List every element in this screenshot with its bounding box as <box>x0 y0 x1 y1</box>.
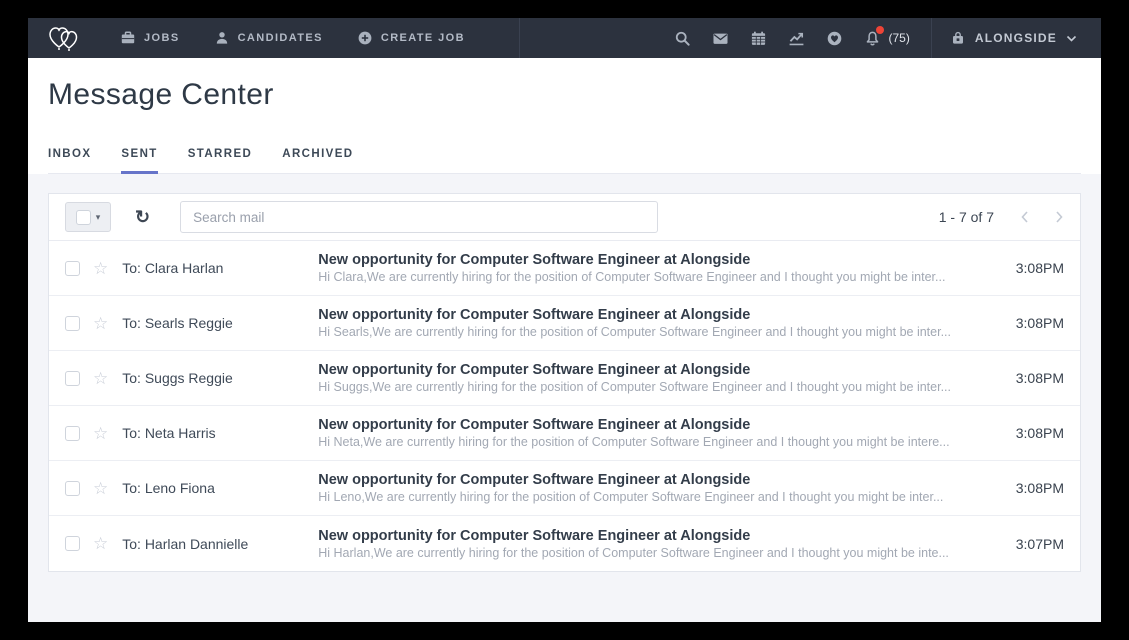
tab-sent[interactable]: SENT <box>121 148 157 174</box>
page-body: ▾ ↻ 1 - 7 of 7 ☆ To: Clara Harlan <box>28 174 1101 622</box>
row-checkbox[interactable] <box>65 261 80 276</box>
app-window: JOBS CANDIDATES <box>28 18 1101 622</box>
pagination-range: 1 - 7 of 7 <box>939 209 994 225</box>
message-recipient: To: Leno Fiona <box>122 480 318 496</box>
message-recipient: To: Neta Harris <box>122 425 318 441</box>
nav-item-create-job[interactable]: CREATE JOB <box>357 30 465 46</box>
nav-item-label: CREATE JOB <box>381 32 465 44</box>
page-title: Message Center <box>48 78 1081 112</box>
globe-icon[interactable] <box>826 30 843 47</box>
message-subject: New opportunity for Computer Software En… <box>318 472 990 488</box>
message-time: 3:08PM <box>1008 370 1064 386</box>
select-all-dropdown[interactable]: ▾ <box>65 202 111 232</box>
message-row[interactable]: ☆ To: Leno Fiona New opportunity for Com… <box>49 461 1080 516</box>
notification-count[interactable]: (75) <box>889 31 910 45</box>
message-recipient: To: Suggs Reggie <box>122 370 318 386</box>
message-row[interactable]: ☆ To: Searls Reggie New opportunity for … <box>49 296 1080 351</box>
search-input[interactable] <box>180 201 658 233</box>
nav-item-label: JOBS <box>144 32 180 44</box>
refresh-icon[interactable]: ↻ <box>135 208 150 226</box>
star-icon[interactable]: ☆ <box>93 260 108 277</box>
row-checkbox[interactable] <box>65 481 80 496</box>
message-tabs: INBOX SENT STARRED ARCHIVED <box>48 148 1081 174</box>
message-subject: New opportunity for Computer Software En… <box>318 528 990 544</box>
message-recipient: To: Harlan Dannielle <box>122 536 318 552</box>
message-time: 3:07PM <box>1008 536 1064 552</box>
nav-divider <box>931 18 932 58</box>
briefcase-icon <box>120 30 136 46</box>
message-preview: Hi Harlan,We are currently hiring for th… <box>318 546 990 560</box>
nav-item-candidates[interactable]: CANDIDATES <box>214 30 323 46</box>
row-checkbox[interactable] <box>65 426 80 441</box>
envelope-icon[interactable] <box>712 30 729 47</box>
message-time: 3:08PM <box>1008 315 1064 331</box>
caret-down-icon: ▾ <box>96 213 101 222</box>
select-all-checkbox[interactable] <box>76 210 91 225</box>
message-time: 3:08PM <box>1008 480 1064 496</box>
message-preview: Hi Leno,We are currently hiring for the … <box>318 490 990 504</box>
star-icon[interactable]: ☆ <box>93 370 108 387</box>
star-icon[interactable]: ☆ <box>93 315 108 332</box>
bell-icon[interactable] <box>864 30 881 47</box>
person-icon <box>214 30 230 46</box>
row-checkbox[interactable] <box>65 371 80 386</box>
chevron-left-icon[interactable] <box>1020 210 1029 224</box>
star-icon[interactable]: ☆ <box>93 425 108 442</box>
message-row[interactable]: ☆ To: Suggs Reggie New opportunity for C… <box>49 351 1080 406</box>
message-time: 3:08PM <box>1008 425 1064 441</box>
message-recipient: To: Clara Harlan <box>122 260 318 276</box>
nav-item-jobs[interactable]: JOBS <box>120 30 180 46</box>
plus-circle-icon <box>357 30 373 46</box>
message-row[interactable]: ☆ To: Clara Harlan New opportunity for C… <box>49 241 1080 296</box>
analytics-icon[interactable] <box>788 30 805 47</box>
message-preview: Hi Searls,We are currently hiring for th… <box>318 325 990 339</box>
account-label: ALONGSIDE <box>975 31 1057 45</box>
nav-item-label: CANDIDATES <box>238 32 323 44</box>
nav-menu: JOBS CANDIDATES <box>120 30 465 46</box>
message-subject: New opportunity for Computer Software En… <box>318 307 990 323</box>
message-preview: Hi Neta,We are currently hiring for the … <box>318 435 990 449</box>
message-subject: New opportunity for Computer Software En… <box>318 417 990 433</box>
message-row[interactable]: ☆ To: Neta Harris New opportunity for Co… <box>49 406 1080 461</box>
message-time: 3:08PM <box>1008 260 1064 276</box>
mail-list-panel: ▾ ↻ 1 - 7 of 7 ☆ To: Clara Harlan <box>48 193 1081 572</box>
chevron-down-icon <box>1066 34 1077 43</box>
message-row[interactable]: ☆ To: Harlan Dannielle New opportunity f… <box>49 516 1080 571</box>
star-icon[interactable]: ☆ <box>93 480 108 497</box>
row-checkbox[interactable] <box>65 316 80 331</box>
alongside-logo-icon[interactable] <box>46 23 86 53</box>
top-navbar: JOBS CANDIDATES <box>28 18 1101 58</box>
message-recipient: To: Searls Reggie <box>122 315 318 331</box>
account-dropdown[interactable]: ALONGSIDE <box>950 30 1077 46</box>
message-preview: Hi Clara,We are currently hiring for the… <box>318 270 990 284</box>
message-subject: New opportunity for Computer Software En… <box>318 252 990 268</box>
nav-icons-group: (75) <box>674 30 910 47</box>
mail-toolbar: ▾ ↻ 1 - 7 of 7 <box>49 194 1080 241</box>
tab-starred[interactable]: STARRED <box>188 148 253 174</box>
nav-divider <box>519 18 520 58</box>
message-preview: Hi Suggs,We are currently hiring for the… <box>318 380 990 394</box>
tab-archived[interactable]: ARCHIVED <box>282 148 353 174</box>
tab-inbox[interactable]: INBOX <box>48 148 91 174</box>
chevron-right-icon[interactable] <box>1055 210 1064 224</box>
notification-badge-dot <box>876 26 884 34</box>
star-icon[interactable]: ☆ <box>93 535 108 552</box>
calendar-icon[interactable] <box>750 30 767 47</box>
row-checkbox[interactable] <box>65 536 80 551</box>
message-subject: New opportunity for Computer Software En… <box>318 362 990 378</box>
page-header: Message Center INBOX SENT STARRED ARCHIV… <box>28 58 1101 174</box>
company-bag-icon <box>950 30 966 46</box>
pagination: 1 - 7 of 7 <box>939 209 1064 225</box>
search-icon[interactable] <box>674 30 691 47</box>
